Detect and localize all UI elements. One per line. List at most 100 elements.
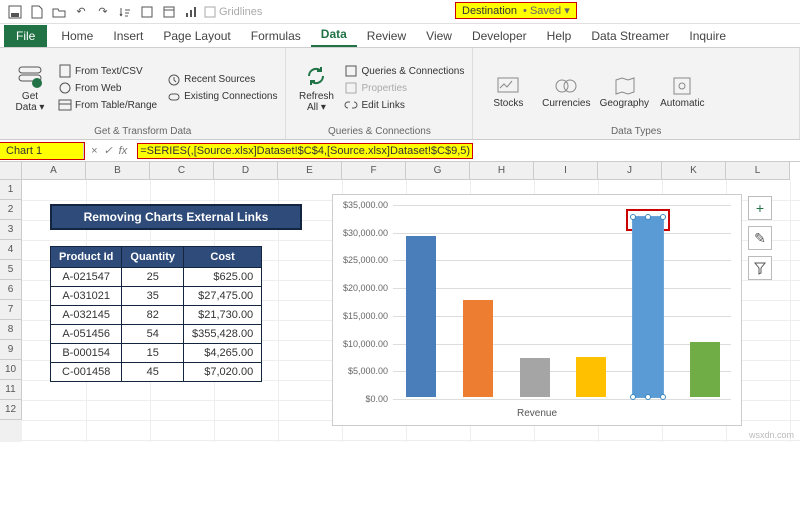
chart-bar[interactable]	[576, 357, 606, 397]
table-cell[interactable]: A-032145	[51, 306, 122, 325]
column-header[interactable]: E	[278, 162, 342, 180]
table-cell[interactable]: 54	[122, 325, 184, 344]
row-header[interactable]: 5	[0, 260, 22, 280]
tab-developer[interactable]: Developer	[462, 25, 537, 47]
column-header[interactable]: F	[342, 162, 406, 180]
chart-bar[interactable]	[406, 236, 436, 397]
gridlines-toggle[interactable]: Gridlines	[204, 3, 262, 21]
new-icon[interactable]	[28, 3, 46, 21]
chart-bar[interactable]	[633, 217, 663, 397]
datatype-automatic[interactable]: Automatic	[655, 74, 709, 109]
column-header[interactable]: J	[598, 162, 662, 180]
formula-bar-row: Chart 1 × ✓ fx =SERIES(,[Source.xlsx]Dat…	[0, 140, 800, 162]
chart-styles-button[interactable]: ✎	[748, 226, 772, 250]
queries-connections[interactable]: Queries & Connections	[344, 64, 464, 78]
chart-filter-button[interactable]	[748, 256, 772, 280]
table-cell[interactable]: B-000154	[51, 344, 122, 363]
tab-inquire[interactable]: Inquire	[679, 25, 736, 47]
row-header[interactable]: 12	[0, 400, 22, 420]
tab-review[interactable]: Review	[357, 25, 416, 47]
column-header[interactable]: L	[726, 162, 790, 180]
table-cell[interactable]: $7,020.00	[184, 363, 262, 382]
window-icon[interactable]	[160, 3, 178, 21]
border-icon[interactable]	[138, 3, 156, 21]
column-header[interactable]: I	[534, 162, 598, 180]
tab-data-streamer[interactable]: Data Streamer	[581, 25, 679, 47]
row-header[interactable]: 11	[0, 380, 22, 400]
undo-icon[interactable]: ↶	[72, 3, 90, 21]
chart-bar[interactable]	[520, 358, 550, 397]
tab-view[interactable]: View	[416, 25, 462, 47]
tab-data[interactable]: Data	[311, 23, 357, 47]
cancel-icon[interactable]: ×	[91, 145, 97, 157]
table-cell[interactable]: A-031021	[51, 287, 122, 306]
save-icon[interactable]	[6, 3, 24, 21]
row-header[interactable]: 1	[0, 180, 22, 200]
chart-bar[interactable]	[463, 300, 493, 397]
table-cell[interactable]: $625.00	[184, 268, 262, 287]
embedded-chart[interactable]: $0.00$5,000.00$10,000.00$15,000.00$20,00…	[332, 194, 742, 426]
recent-sources[interactable]: Recent Sources	[167, 73, 277, 87]
redo-icon[interactable]: ↷	[94, 3, 112, 21]
chart-icon[interactable]	[182, 3, 200, 21]
formula-bar[interactable]: =SERIES(,[Source.xlsx]Dataset!$C$4,[Sour…	[134, 143, 800, 159]
table-cell[interactable]: $27,475.00	[184, 287, 262, 306]
tab-home[interactable]: Home	[51, 25, 103, 47]
refresh-all-button[interactable]: Refresh All ▾	[294, 52, 338, 124]
row-header[interactable]: 2	[0, 200, 22, 220]
column-header[interactable]: B	[86, 162, 150, 180]
chart-elements-button[interactable]: +	[748, 196, 772, 220]
table-cell[interactable]: 15	[122, 344, 184, 363]
edit-links[interactable]: Edit Links	[344, 98, 464, 112]
tab-insert[interactable]: Insert	[103, 25, 153, 47]
chart-plot-area[interactable]: $0.00$5,000.00$10,000.00$15,000.00$20,00…	[393, 205, 731, 397]
column-header[interactable]: H	[470, 162, 534, 180]
column-header[interactable]: C	[150, 162, 214, 180]
table-cell[interactable]: 35	[122, 287, 184, 306]
column-header[interactable]: D	[214, 162, 278, 180]
table-cell[interactable]: 25	[122, 268, 184, 287]
row-header[interactable]: 3	[0, 220, 22, 240]
tab-file[interactable]: File	[4, 25, 47, 47]
sort-icon[interactable]	[116, 3, 134, 21]
name-box[interactable]: Chart 1	[0, 143, 84, 159]
datatype-geography[interactable]: Geography	[597, 74, 651, 109]
existing-connections[interactable]: Existing Connections	[167, 90, 277, 104]
chart-bar[interactable]	[690, 342, 720, 397]
datatype-currencies[interactable]: Currencies	[539, 74, 593, 109]
save-status[interactable]: • Saved ▾	[523, 4, 570, 17]
from-web[interactable]: From Web	[58, 81, 157, 95]
table-cell[interactable]: C-001458	[51, 363, 122, 382]
row-header[interactable]: 4	[0, 240, 22, 260]
column-header[interactable]: G	[406, 162, 470, 180]
get-data-button[interactable]: Get Data ▾	[8, 52, 52, 124]
row-header[interactable]: 6	[0, 280, 22, 300]
open-icon[interactable]	[50, 3, 68, 21]
column-header[interactable]: K	[662, 162, 726, 180]
row-header[interactable]: 7	[0, 300, 22, 320]
column-header[interactable]: A	[22, 162, 86, 180]
from-table-range[interactable]: From Table/Range	[58, 98, 157, 112]
table-cell[interactable]: $21,730.00	[184, 306, 262, 325]
tab-help[interactable]: Help	[537, 25, 582, 47]
datatype-stocks[interactable]: Stocks	[481, 74, 535, 109]
worksheet-grid[interactable]: Removing Charts External Links Product I…	[22, 180, 800, 442]
row-header[interactable]: 10	[0, 360, 22, 380]
row-header[interactable]: 9	[0, 340, 22, 360]
fx-icon[interactable]: fx	[119, 145, 128, 157]
table-cell[interactable]: 45	[122, 363, 184, 382]
ribbon-tabs: File Home Insert Page Layout Formulas Da…	[0, 24, 800, 48]
group-queries-connections: Refresh All ▾ Queries & Connections Prop…	[286, 48, 473, 139]
table-cell[interactable]: $355,428.00	[184, 325, 262, 344]
tab-page-layout[interactable]: Page Layout	[153, 25, 240, 47]
table-cell[interactable]: A-021547	[51, 268, 122, 287]
table-cell[interactable]: $4,265.00	[184, 344, 262, 363]
row-header[interactable]: 8	[0, 320, 22, 340]
enter-icon[interactable]: ✓	[103, 144, 112, 157]
select-all-corner[interactable]	[0, 162, 22, 180]
table-header: Product Id	[51, 247, 122, 268]
from-text-csv[interactable]: From Text/CSV	[58, 64, 157, 78]
tab-formulas[interactable]: Formulas	[241, 25, 311, 47]
table-cell[interactable]: 82	[122, 306, 184, 325]
table-cell[interactable]: A-051456	[51, 325, 122, 344]
